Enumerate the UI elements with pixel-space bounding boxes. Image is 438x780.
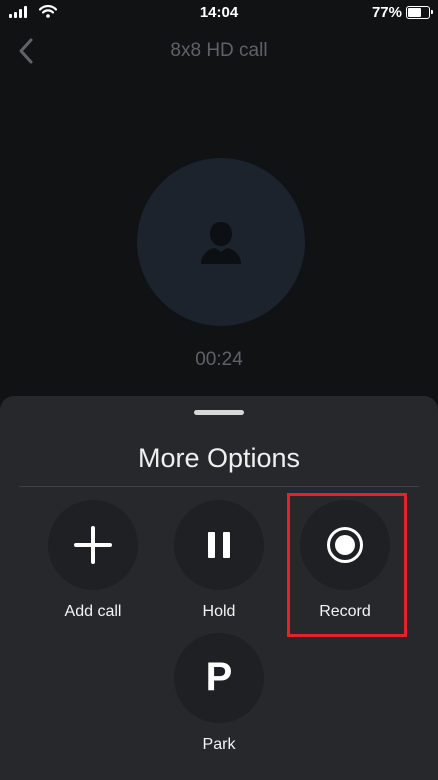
divider xyxy=(19,486,419,487)
sheet-drag-handle[interactable] xyxy=(194,410,244,415)
avatar xyxy=(135,156,307,328)
hold-label: Hold xyxy=(202,603,236,620)
hold-circle[interactable] xyxy=(174,500,264,590)
person-silhouette-icon xyxy=(201,222,241,264)
park-button[interactable]: P Park xyxy=(159,633,279,754)
status-bar: 14:04 77% xyxy=(0,0,438,24)
add-call-button[interactable]: Add call xyxy=(33,500,153,621)
hold-button[interactable]: Hold xyxy=(159,500,279,621)
park-circle[interactable]: P xyxy=(174,633,264,723)
call-duration: 00:24 xyxy=(195,349,243,370)
add-call-circle[interactable] xyxy=(48,500,138,590)
battery-indicator: 77% xyxy=(371,4,433,21)
battery-icon xyxy=(406,6,433,19)
sheet-title: More Options xyxy=(137,443,301,473)
add-call-label: Add call xyxy=(64,603,122,620)
record-highlight-box xyxy=(287,493,407,637)
call-title: 8x8 HD call xyxy=(170,40,268,61)
park-icon: P xyxy=(205,655,233,699)
battery-percent: 77% xyxy=(371,4,402,21)
park-label: Park xyxy=(202,736,236,753)
